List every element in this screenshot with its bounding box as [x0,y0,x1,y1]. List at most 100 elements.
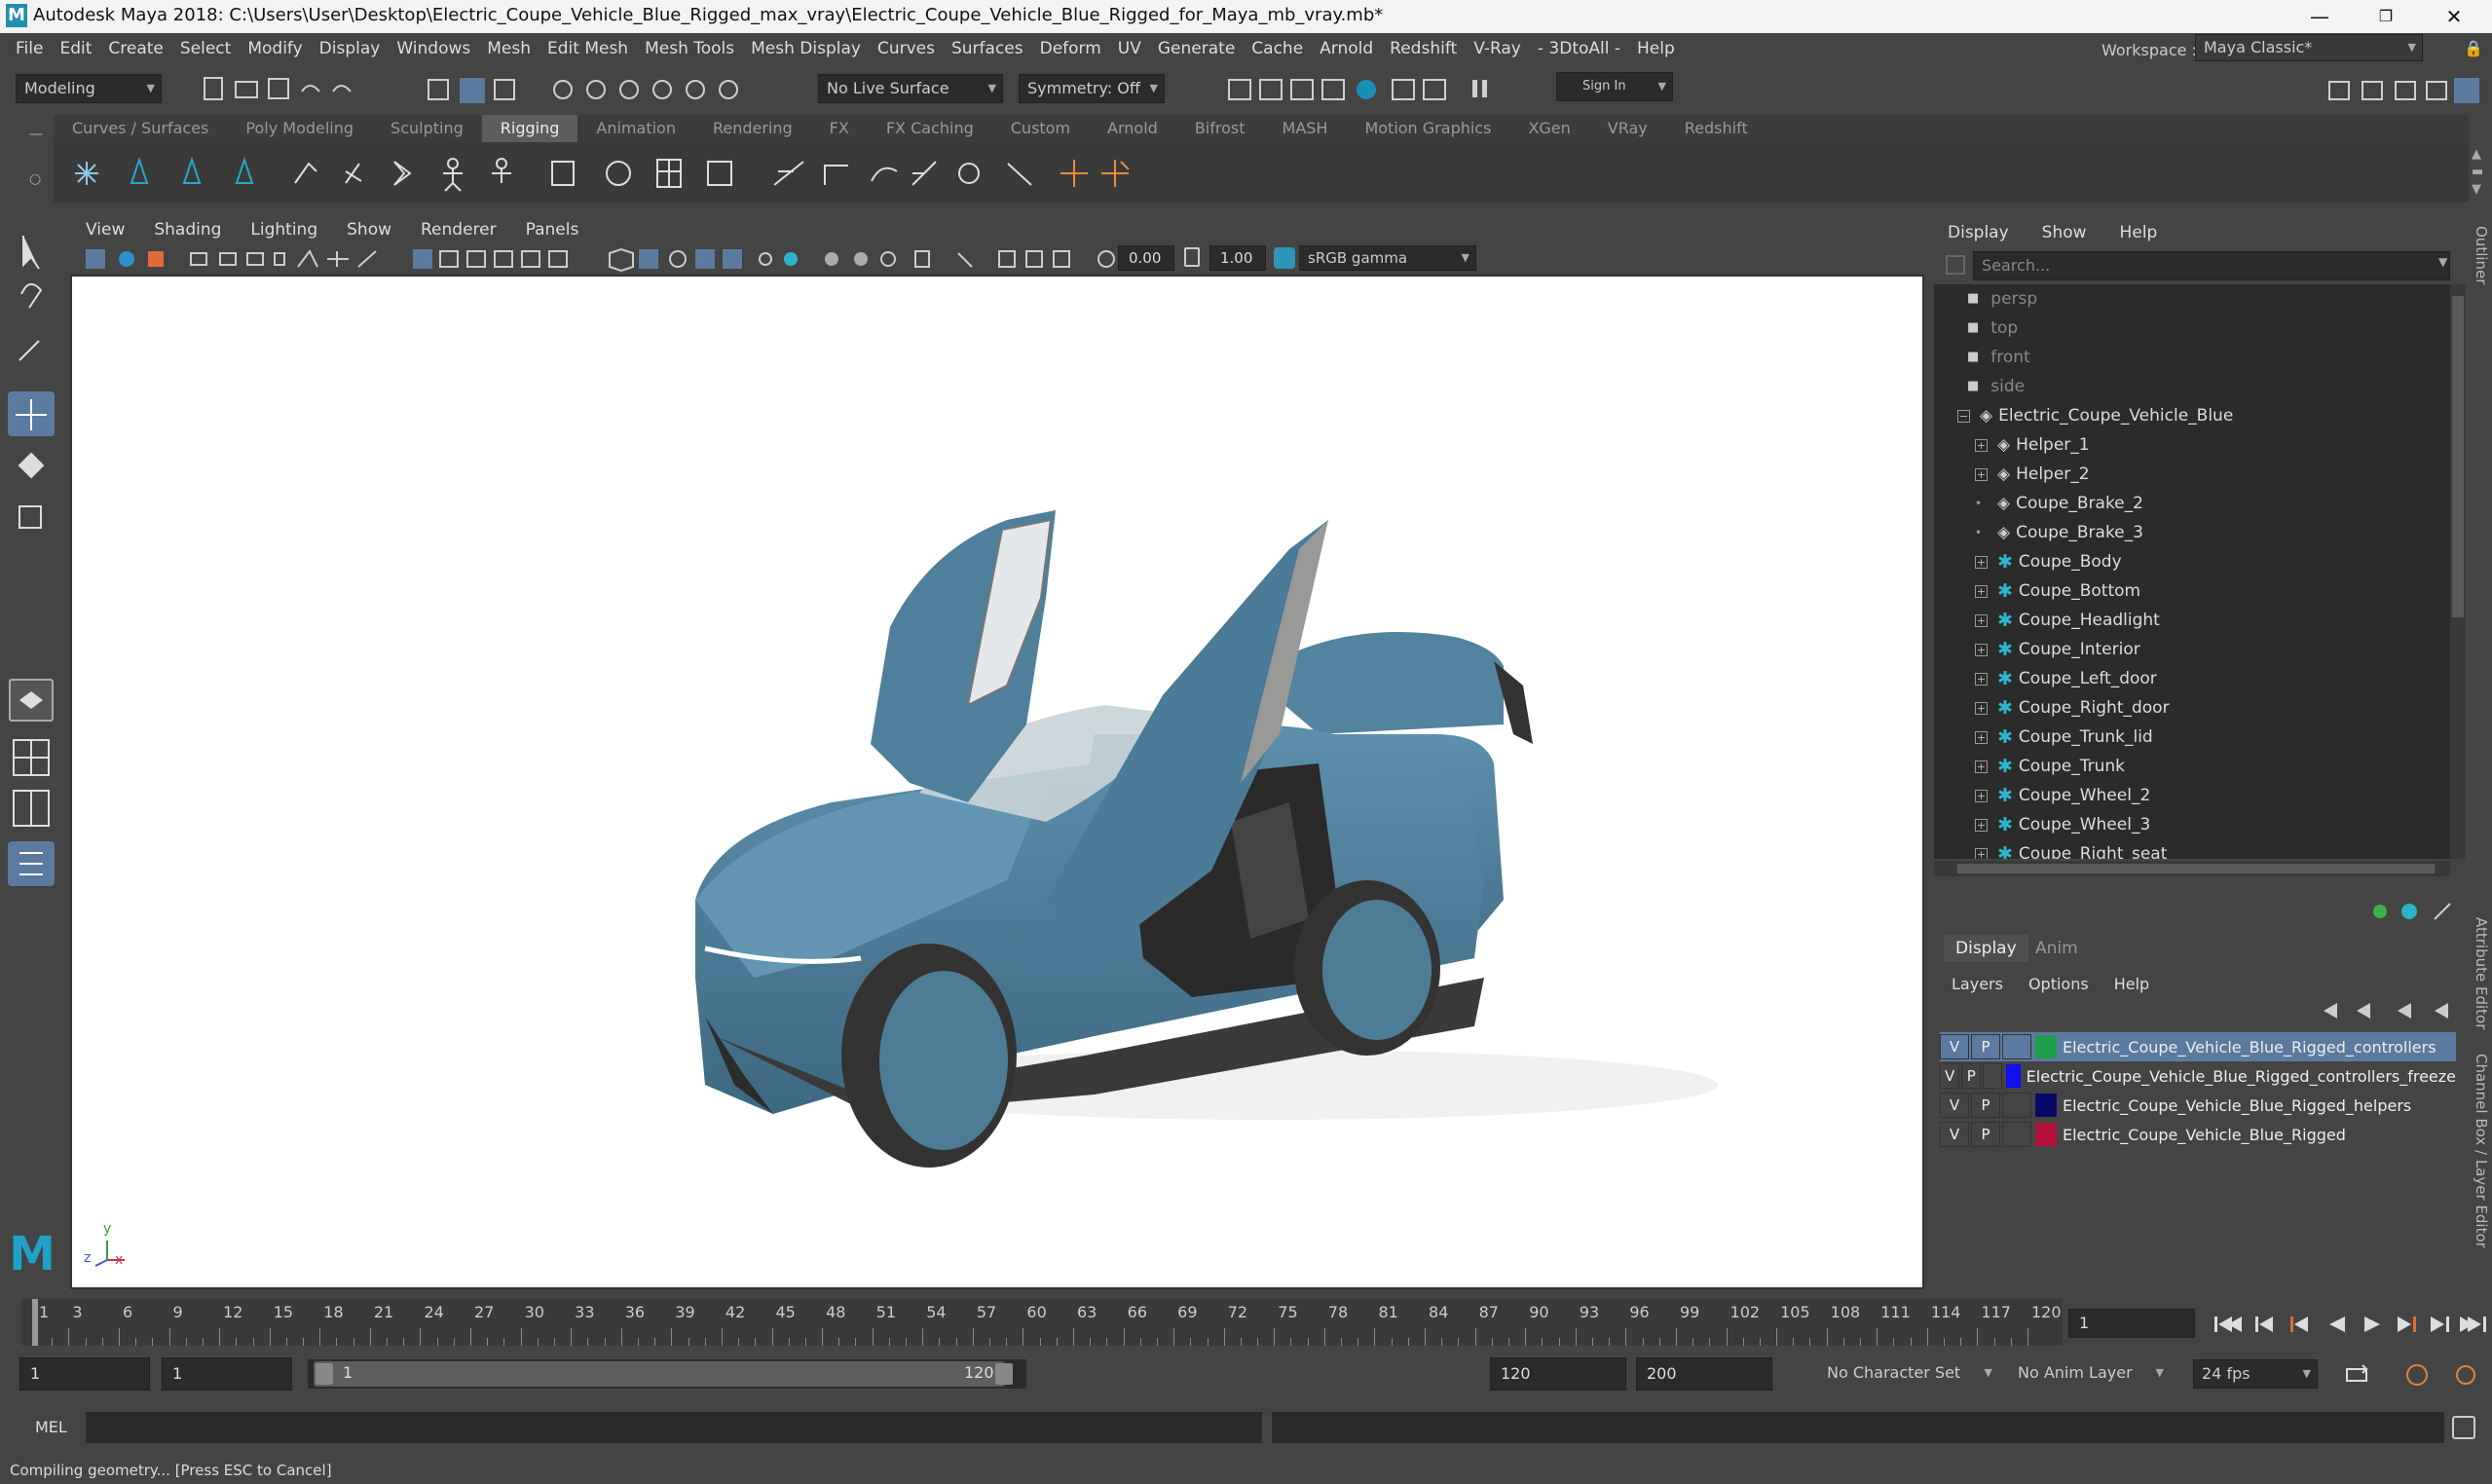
outliner-item-coupe-wheel-3[interactable]: + ✱ Coupe_Wheel_3 [1975,810,2150,839]
outliner-item-helper-2[interactable]: + ◈ Helper_2 [1975,460,2090,489]
layer-playback-toggle[interactable]: P [1971,1122,2000,1147]
outliner-item-coupe-body[interactable]: + ✱ Coupe_Body [1975,547,2122,576]
end-time-field[interactable]: 200 [1636,1357,1772,1391]
tab-anim[interactable]: Anim [2035,939,2078,958]
menu-deform[interactable]: Deform [1040,39,1118,58]
outliner-root-group[interactable]: − ◈ Electric_Coupe_Vehicle_Blue [1957,401,2233,430]
outliner-menu-show[interactable]: Show [2042,223,2087,242]
shelf-tab-xgen[interactable]: XGen [1509,115,1588,142]
expand-icon[interactable]: + [1975,643,1988,656]
exposure-field[interactable]: 0.00 [1118,245,1174,271]
color-management-icon[interactable] [1274,247,1295,269]
menu-create[interactable]: Create [108,39,180,58]
tab-display[interactable]: Display [1944,935,2028,962]
menu-mesh-display[interactable]: Mesh Display [751,39,877,58]
layer-display-type-toggle[interactable] [1983,1063,2003,1089]
expand-icon[interactable]: + [1975,760,1988,773]
live-surface-dropdown[interactable]: No Live Surface [818,74,1003,103]
outliner-camera-front[interactable]: ■ front [1967,343,2030,372]
outliner-item-coupe-interior[interactable]: + ✱ Coupe_Interior [1975,635,2140,664]
outliner-item-coupe-left-door[interactable]: + ✱ Coupe_Left_door [1975,664,2157,693]
shelf-tab-custom[interactable]: Custom [992,115,1089,142]
sign-in-dropdown[interactable]: Sign In [1556,72,1673,101]
menu-redshift[interactable]: Redshift [1390,39,1473,58]
layer-playback-toggle[interactable]: P [1971,1093,2000,1118]
symmetry-dropdown[interactable]: Symmetry: Off [1019,74,1165,103]
outliner-menu-help[interactable]: Help [2120,223,2158,242]
tab-channel-box[interactable]: Channel Box / Layer Editor [2473,1054,2490,1248]
viewport-menu-show[interactable]: Show [347,220,391,240]
viewport-menu-lighting[interactable]: Lighting [250,220,317,240]
outliner-item-coupe-wheel-2[interactable]: + ✱ Coupe_Wheel_2 [1975,781,2150,810]
shelf-tab-arnold[interactable]: Arnold [1089,115,1176,142]
expand-icon[interactable]: + [1975,789,1988,802]
menu-cache[interactable]: Cache [1251,39,1320,58]
menu-file[interactable]: File [16,39,59,58]
outliner-search-input[interactable]: Search... [1973,251,2450,280]
anim-layer-dropdown[interactable]: No Anim Layer [2010,1359,2170,1389]
perspective-viewport[interactable]: y z x [70,275,1924,1289]
menu-modify[interactable]: Modify [247,39,318,58]
workspace-dropdown[interactable]: Maya Classic* [2195,34,2423,61]
shelf-tool-icons[interactable] [54,142,1222,203]
layer-color-swatch[interactable] [2035,1094,2057,1117]
menu-v-ray[interactable]: V-Ray [1473,39,1538,58]
expand-icon[interactable]: + [1975,467,1988,481]
menu-display[interactable]: Display [319,39,397,58]
outliner-item-coupe-brake-2[interactable]: • ◈ Coupe_Brake_2 [1975,489,2143,518]
time-slider[interactable]: 1 3 6 9 12 15 18 21 24 27 30 33 36 39 42 45 48 51 54 57 60 63… [14,1299,2063,1346]
gamma-field[interactable]: 1.00 [1209,245,1266,271]
collapse-icon[interactable]: − [1957,409,1970,423]
outliner-item-coupe-headlight[interactable]: + ✱ Coupe_Headlight [1975,606,2160,635]
playback-start-field[interactable]: 1 [162,1357,292,1391]
expand-icon[interactable]: + [1975,584,1988,598]
minimize-button[interactable]: — [2290,2,2349,31]
layer-display-type-toggle[interactable] [2002,1093,2031,1118]
layer-row[interactable]: V P Electric_Coupe_Vehicle_Blue_Rigged_hel… [1940,1091,2456,1120]
menu-edit[interactable]: Edit [59,39,108,58]
viewport-menu-panels[interactable]: Panels [526,220,579,240]
expand-icon[interactable]: + [1975,847,1988,859]
outliner-filter-icon[interactable] [1946,255,1965,275]
layer-menu-options[interactable]: Options [2028,975,2089,993]
outliner-camera-side[interactable]: ■ side [1967,372,2025,401]
menu-help[interactable]: Help [1637,39,1692,58]
playback-end-field[interactable]: 120 [1490,1357,1626,1391]
shelf-tab-fx-caching[interactable]: FX Caching [868,115,992,142]
shelf-tab-mash[interactable]: MASH [1264,115,1347,142]
playback-option-icons[interactable] [2333,1359,2489,1391]
viewport-menu-shading[interactable]: Shading [154,220,221,240]
start-time-field[interactable]: 1 [19,1357,150,1391]
expand-icon[interactable]: + [1975,555,1988,569]
search-dropdown-icon[interactable]: ▼ [2438,255,2447,269]
expand-icon[interactable]: + [1975,438,1988,452]
layer-menu-layers[interactable]: Layers [1952,975,2003,993]
outliner-item-coupe-trunk-lid[interactable]: + ✱ Coupe_Trunk_lid [1975,723,2153,752]
viewport-menu-view[interactable]: View [86,220,125,240]
outliner-vertical-scrollbar[interactable] [2450,284,2466,859]
command-input[interactable] [86,1412,1262,1443]
script-type-label[interactable]: MEL [35,1418,67,1436]
layer-playback-toggle[interactable]: P [1961,1063,1982,1089]
color-space-dropdown[interactable]: sRGB gamma [1299,245,1476,271]
layer-visibility-toggle[interactable]: V [1940,1093,1969,1118]
layer-visibility-toggle[interactable]: V [1940,1034,1969,1059]
layer-menu-help[interactable]: Help [2114,975,2149,993]
playback-controls[interactable] [2209,1309,2491,1340]
outliner-camera-persp[interactable]: ■ persp [1967,284,2037,314]
layer-color-swatch[interactable] [2035,1123,2057,1146]
close-button[interactable]: ✕ [2425,2,2483,31]
current-frame-field[interactable]: 1 [2068,1309,2195,1338]
electric-coupe-model[interactable] [72,277,1922,1287]
menu-select[interactable]: Select [180,39,247,58]
shelf-tab-poly-modeling[interactable]: Poly Modeling [227,115,372,142]
expand-icon[interactable]: + [1975,730,1988,744]
outliner-item-coupe-brake-3[interactable]: • ◈ Coupe_Brake_3 [1975,518,2143,547]
current-time-indicator[interactable] [32,1299,38,1346]
menu-windows[interactable]: Windows [396,39,487,58]
shelf-handle[interactable]: — ○ [29,127,43,204]
layer-playback-toggle[interactable]: P [1971,1034,2000,1059]
outliner-item-helper-1[interactable]: + ◈ Helper_1 [1975,430,2090,460]
expand-icon[interactable]: + [1975,701,1988,715]
shelf-tab-animation[interactable]: Animation [577,115,694,142]
